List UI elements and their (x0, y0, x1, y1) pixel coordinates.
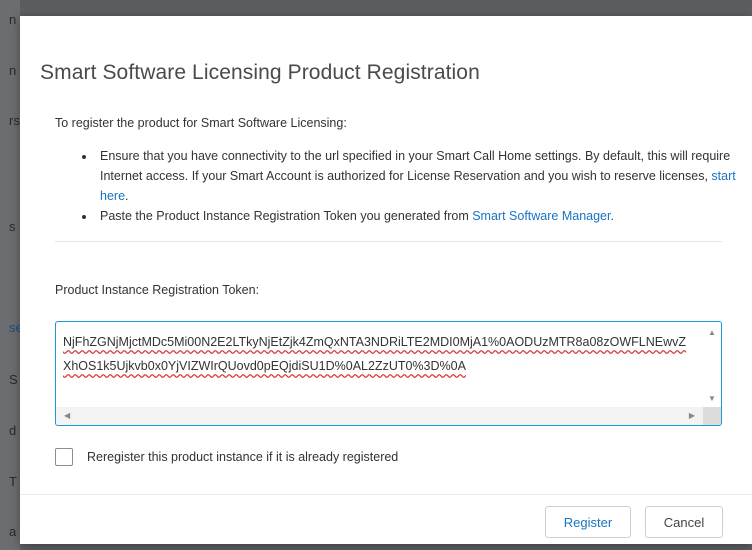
section-divider (55, 241, 722, 242)
instruction-text: Paste the Product Instance Registration … (100, 209, 473, 223)
background-page: n n rs s se S d T a (0, 0, 23, 550)
instruction-punct: . (125, 189, 129, 203)
token-textarea[interactable]: NjFhZGNjMjctMDc5Mi00N2E2LTkyNjEtZjk4ZmQx… (55, 321, 722, 426)
registration-dialog: Smart Software Licensing Product Registr… (20, 16, 752, 544)
scroll-right-icon[interactable]: ▶ (689, 411, 695, 420)
reregister-label[interactable]: Reregister this product instance if it i… (87, 450, 398, 464)
scroll-up-icon[interactable]: ▲ (708, 328, 716, 337)
token-value[interactable]: NjFhZGNjMjctMDc5Mi00N2E2LTkyNjEtZjk4ZmQx… (63, 330, 693, 378)
intro-text: To register the product for Smart Softwa… (55, 116, 347, 130)
vertical-scrollbar[interactable]: ▲ ▼ (703, 322, 721, 408)
background-text: a (9, 524, 17, 539)
background-text: n (9, 63, 17, 78)
background-text: d (9, 423, 17, 438)
cancel-button[interactable]: Cancel (645, 506, 723, 538)
background-text: rs (9, 113, 20, 128)
instructions-list: Ensure that you have connectivity to the… (78, 146, 752, 226)
scroll-down-icon[interactable]: ▼ (708, 394, 716, 403)
instruction-item: Paste the Product Instance Registration … (96, 206, 752, 226)
background-text: T (9, 474, 17, 489)
token-label: Product Instance Registration Token: (55, 283, 260, 297)
horizontal-scrollbar[interactable]: ◀ ▶ (56, 407, 703, 425)
instruction-text: Ensure that you have connectivity to the… (100, 149, 731, 183)
background-top (0, 0, 752, 8)
background-text: S (9, 372, 18, 387)
background-text: s (9, 219, 16, 234)
scroll-left-icon[interactable]: ◀ (64, 411, 70, 420)
smart-software-manager-link[interactable]: Smart Software Manager (472, 209, 610, 223)
dialog-title: Smart Software Licensing Product Registr… (40, 61, 480, 84)
footer-divider (20, 494, 752, 495)
instruction-item: Ensure that you have connectivity to the… (96, 146, 752, 206)
instruction-punct: . (610, 209, 614, 223)
reregister-option: Reregister this product instance if it i… (55, 448, 398, 466)
scrollbar-corner (703, 407, 721, 425)
background-text: n (9, 12, 17, 27)
reregister-checkbox[interactable] (55, 448, 73, 466)
register-button[interactable]: Register (545, 506, 631, 538)
